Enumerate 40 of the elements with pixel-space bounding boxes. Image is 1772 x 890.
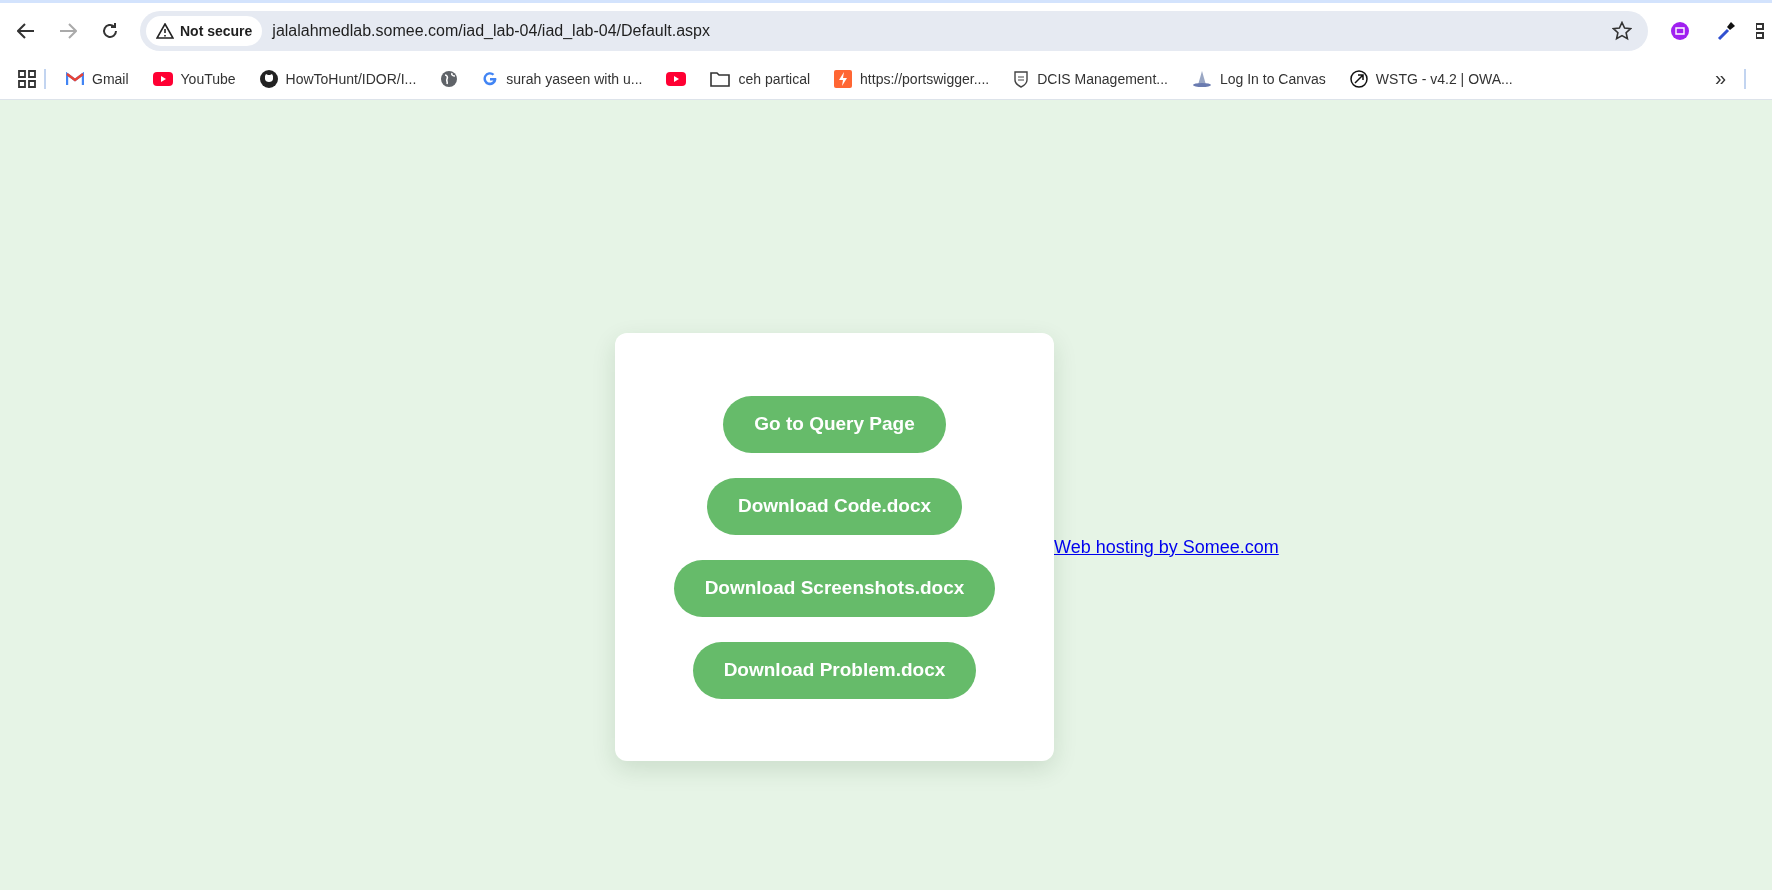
- security-chip[interactable]: Not secure: [146, 15, 263, 46]
- bookmark-label: https://portswigger....: [860, 70, 990, 87]
- address-bar[interactable]: Not secure jalalahmedlab.somee.com/iad_lab-04/iad_lab-04/Default.aspx: [140, 10, 1648, 51]
- bookmark-item[interactable]: YouTube: [140, 63, 248, 94]
- bookmark-label: YouTube: [180, 70, 236, 87]
- bookmark-item[interactable]: WSTG - v4.2 | OWA...: [1337, 63, 1525, 94]
- bookmark-label: surah yaseen with u...: [506, 70, 643, 87]
- bookmark-item[interactable]: surah yaseen with u...: [470, 63, 655, 94]
- bookmark-label: DCIS Management...: [1037, 70, 1168, 87]
- play-icon: [666, 71, 687, 86]
- bookmark-item[interactable]: ceh partical: [698, 63, 823, 94]
- url-text: jalalahmedlab.somee.com/iad_lab-04/iad_lab-04/Default.aspx: [272, 21, 711, 40]
- bookmark-label: Log In to Canvas: [1219, 70, 1326, 87]
- folder-icon: [710, 70, 731, 87]
- mail-icon: [66, 71, 84, 86]
- star-icon[interactable]: [1612, 20, 1632, 41]
- apps-grid-icon[interactable]: [18, 69, 36, 88]
- back-arrow-icon: [17, 22, 35, 39]
- warning-icon: [156, 22, 174, 39]
- bookmark-item[interactable]: HowToHunt/IDOR/I...: [247, 63, 429, 94]
- bookmark-item[interactable]: Log In to Canvas: [1179, 63, 1338, 94]
- bolt-icon: [834, 69, 853, 88]
- bookmark-label: ceh partical: [738, 70, 811, 87]
- bookmark-label: WSTG - v4.2 | OWA...: [1375, 70, 1513, 87]
- bookmark-label: HowToHunt/IDOR/I...: [285, 70, 417, 87]
- play-icon: [152, 71, 173, 86]
- bookmark-item[interactable]: https://portswigger....: [822, 63, 1002, 94]
- hosting-link[interactable]: Web hosting by Somee.com: [1054, 536, 1279, 558]
- bookmark-item[interactable]: Gmail: [54, 63, 141, 94]
- forward-arrow-icon: [59, 22, 77, 39]
- bookmark-item[interactable]: DCIS Management...: [1001, 63, 1180, 94]
- shield-icon: [1013, 69, 1030, 88]
- extensions-icon[interactable]: [1756, 20, 1764, 41]
- eyedropper-icon[interactable]: [1716, 19, 1736, 42]
- extension-icon[interactable]: [1670, 20, 1690, 41]
- reload-icon: [101, 21, 119, 40]
- security-label: Not secure: [180, 22, 253, 39]
- more-bookmarks-button[interactable]: »: [1704, 67, 1736, 90]
- g-icon: [482, 70, 499, 87]
- bookmark-label: Gmail: [92, 70, 129, 87]
